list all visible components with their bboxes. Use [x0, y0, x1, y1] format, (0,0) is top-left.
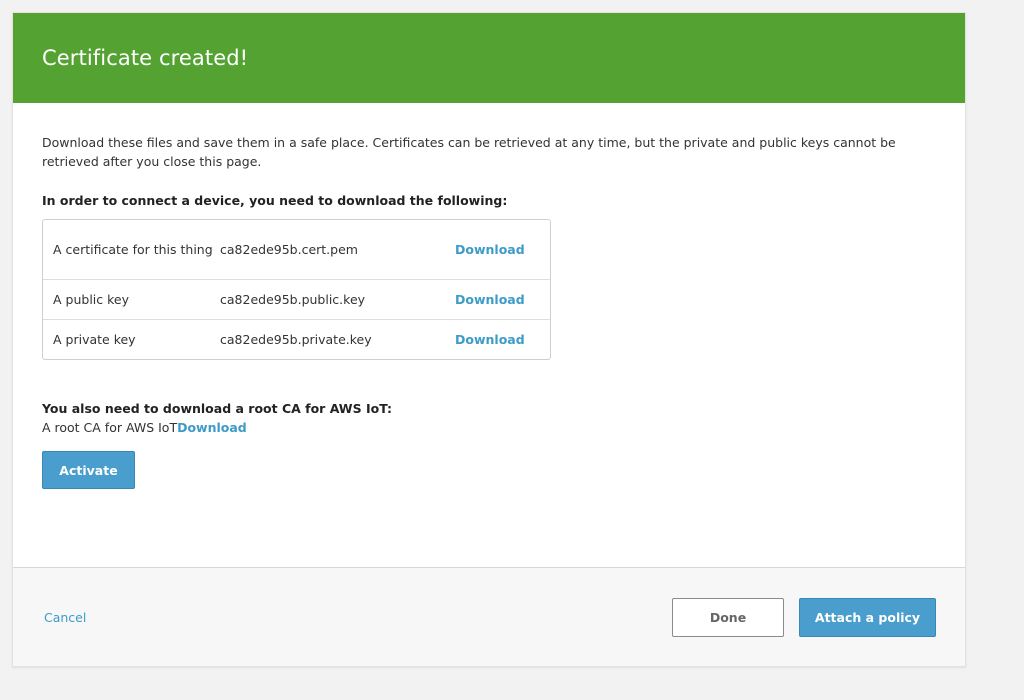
- download-certificate-link[interactable]: Download: [455, 242, 525, 257]
- file-row-private-key: A private key ca82ede95b.private.key Dow…: [43, 319, 550, 359]
- attach-policy-button[interactable]: Attach a policy: [799, 597, 936, 637]
- dialog-body: Download these files and save them in a …: [13, 103, 965, 569]
- file-description: A certificate for this thing: [53, 241, 213, 257]
- root-ca-title: You also need to download a root CA for …: [42, 401, 393, 416]
- dialog-header: Certificate created!: [13, 13, 965, 103]
- dialog-footer: Cancel Done Attach a policy: [13, 567, 965, 666]
- activate-button[interactable]: Activate: [42, 451, 135, 489]
- intro-text: Download these files and save them in a …: [42, 135, 896, 169]
- file-name: ca82ede95b.private.key: [220, 332, 372, 347]
- certificate-created-dialog: Certificate created! Download these file…: [12, 12, 966, 667]
- dialog-title: Certificate created!: [42, 46, 249, 70]
- root-ca-label: A root CA for AWS IoT: [42, 420, 178, 435]
- file-row-certificate: A certificate for this thing ca82ede95b.…: [43, 220, 550, 279]
- files-table: A certificate for this thing ca82ede95b.…: [42, 219, 551, 360]
- cancel-link[interactable]: Cancel: [44, 610, 86, 625]
- download-private-key-link[interactable]: Download: [455, 332, 525, 347]
- file-name: ca82ede95b.cert.pem: [220, 242, 358, 257]
- file-description: A public key: [53, 291, 129, 307]
- root-ca-line: A root CA for AWS IoTDownload: [42, 420, 936, 435]
- download-root-ca-link[interactable]: Download: [177, 420, 247, 435]
- download-public-key-link[interactable]: Download: [455, 292, 525, 307]
- file-description: A private key: [53, 331, 136, 347]
- file-name: ca82ede95b.public.key: [220, 292, 366, 307]
- file-row-public-key: A public key ca82ede95b.public.key Downl…: [43, 279, 550, 319]
- requirements-title: In order to connect a device, you need t…: [42, 193, 508, 208]
- done-button[interactable]: Done: [672, 597, 784, 637]
